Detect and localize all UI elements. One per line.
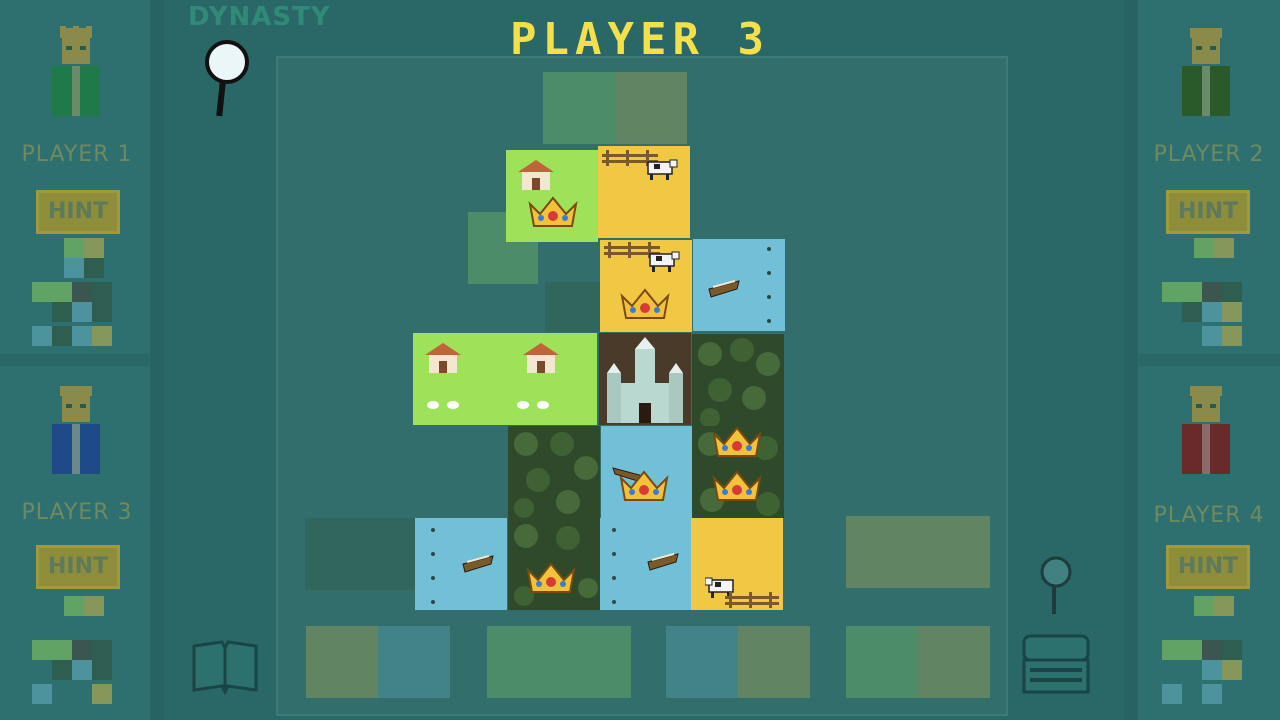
tray-tile[interactable] — [918, 626, 990, 698]
crown-icon — [526, 562, 576, 593]
player1-avatar[interactable] — [44, 26, 108, 122]
crown-icon — [620, 288, 670, 319]
trees-icon — [698, 338, 780, 426]
crown-icon — [712, 426, 762, 457]
castle-icon — [599, 333, 691, 425]
tile-water[interactable] — [601, 426, 693, 518]
house-icon — [425, 343, 461, 373]
reeds-icon — [612, 528, 616, 604]
tray-tile[interactable] — [846, 626, 918, 698]
fence-icon — [725, 592, 779, 608]
tile-grass[interactable] — [505, 333, 597, 425]
ghost-tile — [846, 516, 990, 588]
player2-hint-button[interactable]: HINT — [1166, 190, 1250, 234]
house-icon — [518, 160, 554, 190]
tile-forest[interactable] — [508, 518, 600, 610]
tile-grass[interactable] — [506, 150, 598, 242]
ghost-tile — [615, 72, 687, 144]
player4-mini-kingdom — [1162, 596, 1242, 704]
right-divider — [1124, 0, 1138, 720]
tile-castle[interactable] — [599, 333, 691, 425]
sheep-icon — [517, 401, 549, 409]
player4-avatar[interactable] — [1174, 384, 1238, 480]
tile-water[interactable] — [415, 518, 507, 610]
player4-hint-button[interactable]: HINT — [1166, 545, 1250, 589]
magnifier-icon[interactable] — [1034, 556, 1078, 618]
crown-icon — [619, 470, 669, 501]
player3-mini-kingdom — [32, 596, 112, 704]
player1-label: PLAYER 1 — [21, 142, 133, 167]
ghost-tile — [305, 518, 415, 590]
tile-water[interactable] — [600, 518, 692, 610]
player4-label: PLAYER 4 — [1153, 503, 1265, 528]
tile-water[interactable] — [693, 239, 785, 331]
player2-label: PLAYER 2 — [1153, 142, 1265, 167]
trees-icon — [514, 432, 598, 518]
cow-icon — [647, 159, 678, 180]
reeds-icon — [431, 528, 435, 604]
tile-forest[interactable] — [692, 334, 784, 426]
tray-tile[interactable] — [666, 626, 738, 698]
player3-hint-button[interactable]: HINT — [36, 545, 120, 589]
player2-mini-kingdom — [1162, 238, 1242, 346]
ghost-tile — [543, 72, 615, 144]
tile-wheat[interactable] — [600, 240, 692, 332]
treasure-chest-icon[interactable] — [1020, 632, 1092, 696]
book-icon[interactable] — [190, 640, 260, 696]
boat-icon — [462, 555, 494, 573]
boat-icon — [647, 553, 679, 571]
tray-tile[interactable] — [559, 626, 631, 698]
ghost-tile — [545, 282, 601, 332]
tray-tile[interactable] — [306, 626, 378, 698]
tile-forest[interactable] — [508, 426, 600, 518]
player1-hint-button[interactable]: HINT — [36, 190, 120, 234]
tray-tile[interactable] — [487, 626, 559, 698]
player1-mini-kingdom — [32, 238, 112, 346]
boat-icon — [708, 280, 740, 298]
sheep-icon — [427, 401, 459, 409]
magnifier-icon[interactable] — [196, 40, 258, 120]
player3-avatar[interactable] — [44, 384, 108, 480]
tray-tile[interactable] — [738, 626, 810, 698]
player2-avatar[interactable] — [1174, 26, 1238, 122]
tile-forest[interactable] — [692, 426, 784, 518]
player3-label: PLAYER 3 — [21, 500, 133, 525]
house-icon — [523, 343, 559, 373]
crown-icon — [712, 470, 762, 501]
reeds-icon — [767, 247, 771, 323]
tile-wheat[interactable] — [691, 518, 783, 610]
left-divider — [150, 0, 164, 720]
crown-icon — [528, 196, 578, 227]
tile-grass[interactable] — [413, 333, 505, 425]
tray-tile[interactable] — [378, 626, 450, 698]
cow-icon — [649, 251, 680, 272]
tile-wheat[interactable] — [598, 146, 690, 238]
